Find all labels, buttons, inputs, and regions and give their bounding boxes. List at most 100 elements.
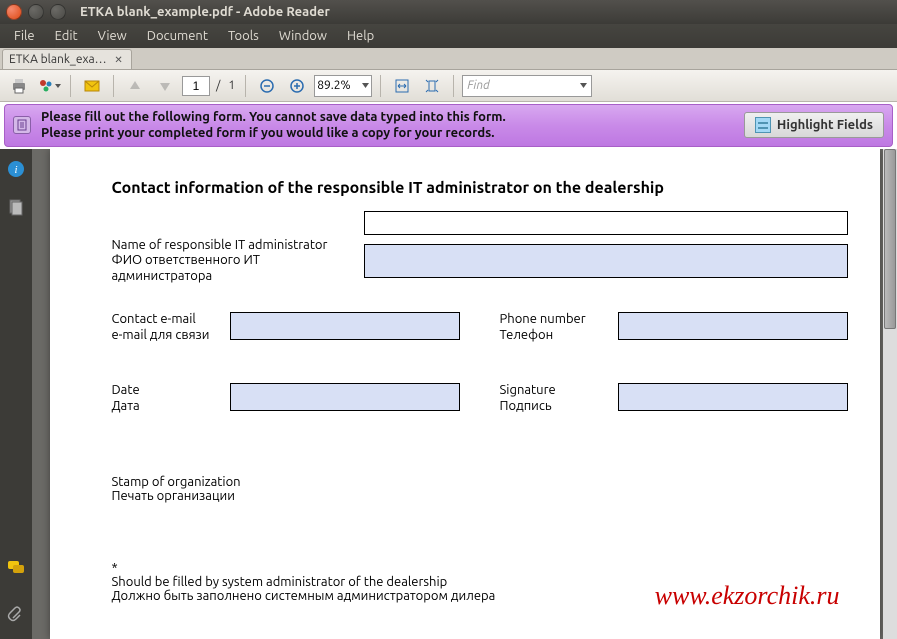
collaborate-button[interactable] — [36, 73, 62, 99]
fit-page-icon — [423, 77, 441, 95]
window-maximize-button[interactable] — [50, 4, 66, 20]
menubar: File Edit View Document Tools Window Hel… — [0, 24, 897, 48]
menu-file[interactable]: File — [4, 26, 45, 46]
toolbar-separator — [245, 75, 246, 97]
next-page-button[interactable] — [152, 73, 178, 99]
side-panel: i — [0, 149, 32, 639]
menu-document[interactable]: Document — [137, 26, 218, 46]
watermark-text: www.ekzorchik.ru — [655, 581, 840, 611]
dropdown-icon — [55, 83, 61, 89]
signature-label-en: Signature — [500, 383, 600, 399]
menu-edit[interactable]: Edit — [45, 26, 88, 46]
fit-width-button[interactable] — [389, 73, 415, 99]
signature-label-ru: Подпись — [500, 399, 600, 415]
phone-label-block: Phone number Телефон — [500, 312, 600, 343]
highlight-fields-button[interactable]: Highlight Fields — [744, 112, 884, 138]
date-label-block: Date Дата — [112, 383, 212, 414]
menu-help[interactable]: Help — [337, 26, 384, 46]
minus-icon — [259, 78, 275, 94]
fit-width-icon — [393, 77, 411, 95]
stamp-en: Stamp of organization — [112, 475, 848, 489]
field-email[interactable] — [230, 312, 460, 340]
window-title: ETKA blank_example.pdf - Adobe Reader — [80, 5, 330, 19]
svg-text:i: i — [14, 164, 17, 176]
notify-text: Please fill out the following form. You … — [41, 109, 734, 142]
titlebar: ETKA blank_example.pdf - Adobe Reader — [0, 0, 897, 24]
field-date[interactable] — [230, 383, 460, 411]
zoom-value: 89.2% — [317, 79, 350, 92]
menu-view[interactable]: View — [88, 26, 137, 46]
tab-close-icon[interactable]: ✕ — [113, 54, 125, 66]
side-info-button[interactable]: i — [6, 159, 26, 179]
page-separator: / — [214, 79, 222, 92]
date-label-en: Date — [112, 383, 212, 399]
highlight-label: Highlight Fields — [777, 118, 873, 132]
document-tab[interactable]: ETKA blank_exa… ✕ — [2, 49, 132, 69]
page-viewport[interactable]: Contact information of the responsible I… — [32, 149, 897, 639]
field-phone[interactable] — [618, 312, 848, 340]
toolbar-separator — [70, 75, 71, 97]
email-label-block: Contact e-mail e-mail для связи — [112, 312, 212, 343]
fit-page-button[interactable] — [419, 73, 445, 99]
name-label-en: Name of responsible IT administrator — [112, 238, 364, 254]
email-label-en: Contact e-mail — [112, 312, 212, 328]
phone-label-ru: Телефон — [500, 328, 600, 344]
zoom-in-button[interactable] — [284, 73, 310, 99]
field-unnamed-top[interactable] — [364, 211, 848, 235]
email-button[interactable] — [79, 73, 105, 99]
page-total: 1 — [226, 79, 237, 92]
field-signature[interactable] — [618, 383, 848, 411]
stamp-ru: Печать организации — [112, 489, 848, 503]
printer-icon — [10, 77, 28, 95]
up-arrow-icon — [128, 79, 142, 93]
find-input[interactable]: Find — [462, 75, 592, 97]
notify-line-2: Please print your completed form if you … — [41, 125, 734, 141]
toolbar-separator — [453, 75, 454, 97]
zoom-select[interactable]: 89.2% — [314, 75, 372, 97]
side-attachments-button[interactable] — [6, 605, 26, 625]
toolbar-separator — [113, 75, 114, 97]
side-pages-button[interactable] — [6, 197, 26, 217]
zoom-out-button[interactable] — [254, 73, 280, 99]
window-close-button[interactable] — [6, 4, 22, 20]
page-number-input[interactable] — [182, 76, 210, 96]
pdf-page: Contact information of the responsible I… — [50, 149, 880, 639]
dropdown-icon — [362, 82, 369, 89]
toolbar: / 1 89.2% Find — [0, 70, 897, 102]
menu-window[interactable]: Window — [269, 26, 337, 46]
email-label-ru: e-mail для связи — [112, 328, 212, 344]
find-placeholder: Find — [467, 79, 490, 92]
pages-icon — [7, 198, 25, 216]
envelope-icon — [83, 77, 101, 95]
document-area: i Contact information of the responsible… — [0, 149, 897, 639]
name-label-ru: ФИО ответственного ИТ администратора — [112, 253, 364, 284]
form-notify-bar: Please fill out the following form. You … — [4, 104, 893, 147]
print-button[interactable] — [6, 73, 32, 99]
field-name[interactable] — [364, 244, 848, 278]
info-icon: i — [7, 160, 25, 178]
comments-icon — [7, 558, 25, 576]
prev-page-button[interactable] — [122, 73, 148, 99]
form-info-icon — [13, 116, 31, 134]
window-minimize-button[interactable] — [28, 4, 44, 20]
menu-tools[interactable]: Tools — [218, 26, 269, 46]
name-label-block: Name of responsible IT administrator ФИО… — [112, 238, 364, 285]
side-comments-button[interactable] — [6, 557, 26, 577]
signature-label-block: Signature Подпись — [500, 383, 600, 414]
paperclip-icon — [7, 606, 25, 624]
tab-label: ETKA blank_exa… — [9, 53, 107, 66]
plus-icon — [289, 78, 305, 94]
footnote-asterisk: * — [112, 561, 848, 575]
down-arrow-icon — [158, 79, 172, 93]
toolbar-separator — [380, 75, 381, 97]
notify-line-1: Please fill out the following form. You … — [41, 109, 734, 125]
stamp-section: Stamp of organization Печать организации — [112, 475, 848, 503]
people-icon — [37, 77, 55, 95]
dropdown-icon — [580, 82, 587, 89]
phone-label-en: Phone number — [500, 312, 600, 328]
date-label-ru: Дата — [112, 399, 212, 415]
scrollbar-thumb[interactable] — [884, 149, 896, 329]
doc-heading: Contact information of the responsible I… — [112, 179, 848, 197]
highlight-icon — [755, 117, 771, 133]
vertical-scrollbar[interactable] — [883, 149, 897, 639]
